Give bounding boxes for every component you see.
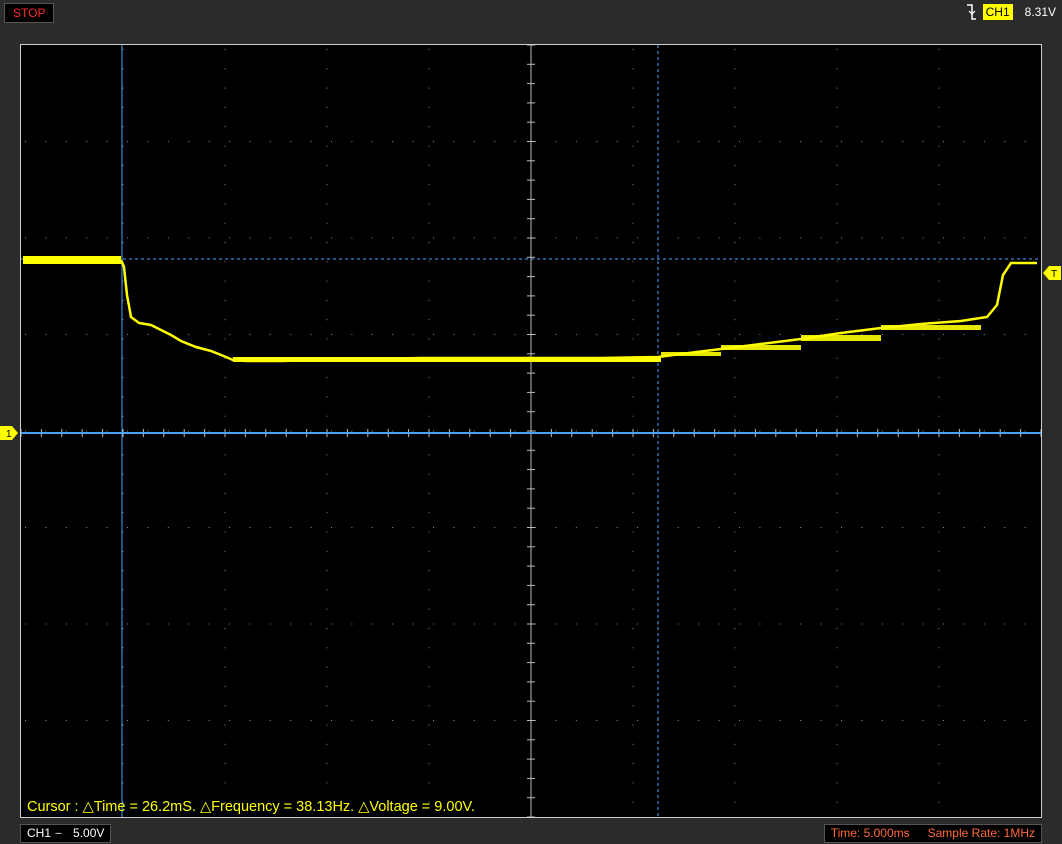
sample-rate-value: Sample Rate: 1MHz bbox=[927, 826, 1035, 840]
waveform-display bbox=[21, 45, 1041, 817]
acquisition-info[interactable]: Time: 5.000ms Sample Rate: 1MHz bbox=[823, 824, 1042, 843]
run-state-badge[interactable]: STOP bbox=[4, 3, 55, 23]
ground-marker-label: 1 bbox=[6, 429, 12, 440]
trigger-info[interactable]: CH1 8.31V bbox=[965, 3, 1056, 21]
channel-scale-box[interactable]: CH1 --- 5.00V bbox=[20, 824, 112, 843]
ground-marker-icon[interactable]: 1 bbox=[0, 426, 18, 440]
graticule bbox=[21, 45, 1041, 817]
cursor-measurement-readout: Cursor : △Time = 26.2mS. △Frequency = 38… bbox=[27, 799, 475, 815]
oscilloscope-screen[interactable]: Cursor : △Time = 26.2mS. △Frequency = 38… bbox=[20, 44, 1042, 818]
trigger-level-value: 8.31V bbox=[1024, 5, 1056, 19]
trigger-marker-icon[interactable]: T bbox=[1043, 266, 1061, 280]
coupling-indicator: --- bbox=[55, 828, 62, 838]
trigger-channel-badge: CH1 bbox=[982, 4, 1013, 20]
channel-label: CH1 bbox=[27, 826, 52, 840]
trigger-falling-edge-icon bbox=[966, 4, 976, 20]
bottom-status-bar: CH1 --- 5.00V Time: 5.000ms Sample Rate:… bbox=[0, 822, 1062, 844]
top-status-bar: STOP CH1 8.31V bbox=[0, 0, 1062, 26]
timebase-value: Time: 5.000ms bbox=[830, 826, 910, 840]
trigger-marker-label: T bbox=[1051, 269, 1057, 280]
volts-per-div: 5.00V bbox=[73, 826, 105, 840]
ch1-trace bbox=[23, 256, 1037, 363]
